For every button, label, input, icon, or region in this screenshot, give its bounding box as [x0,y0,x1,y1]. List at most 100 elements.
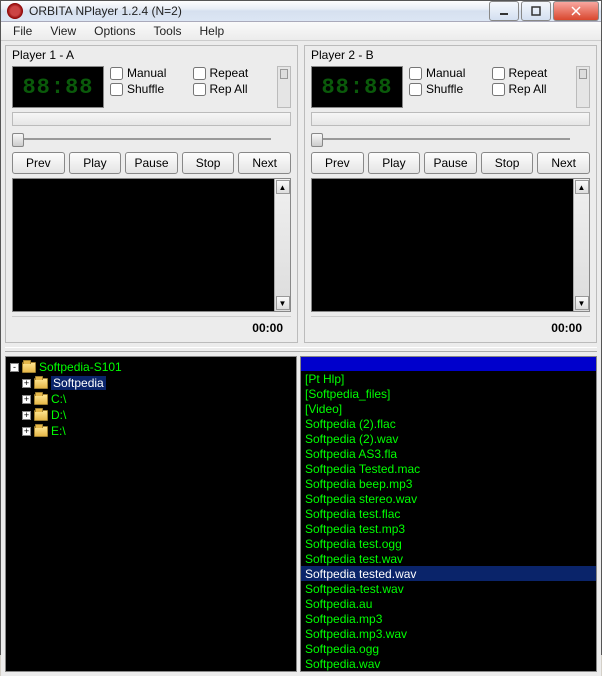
folder-icon [34,378,48,389]
titlebar[interactable]: ORBITA NPlayer 1.2.4 (N=2) [1,1,601,22]
tree-expander-icon[interactable]: + [22,427,31,436]
player-2-panel: Player 2 - B 88:88 Manual Repeat Shuffle… [304,45,597,343]
app-window: ORBITA NPlayer 1.2.4 (N=2) File View Opt… [0,0,602,655]
menu-options[interactable]: Options [86,22,143,40]
scroll-up-icon[interactable]: ▲ [276,180,290,194]
player-1-time: 00:00 [12,316,291,338]
tree-expander-icon[interactable]: + [22,379,31,388]
file-item[interactable]: Softpedia beep.mp3 [301,476,596,491]
tree-item[interactable]: + D:\ [8,407,294,423]
folder-icon [34,410,48,421]
file-item[interactable]: Softpedia.mp3.wav [301,626,596,641]
player-1-next-button[interactable]: Next [238,152,291,174]
file-item[interactable]: Softpedia test.wav [301,551,596,566]
player-2-pause-button[interactable]: Pause [424,152,477,174]
file-item[interactable]: Softpedia.mp3 [301,611,596,626]
window-title: ORBITA NPlayer 1.2.4 (N=2) [29,4,489,18]
file-item[interactable]: Softpedia AS3.fla [301,446,596,461]
player-1-lcd: 88:88 [12,66,104,108]
close-button[interactable] [553,1,599,21]
tree-label: Softpedia [51,376,106,390]
file-item[interactable]: Softpedia test.flac [301,506,596,521]
player-2-stop-button[interactable]: Stop [481,152,534,174]
file-list-header[interactable] [301,357,596,371]
tree-expander-icon[interactable]: - [10,363,19,372]
tree-item[interactable]: - Softpedia-S101 [8,359,294,375]
player-1-play-button[interactable]: Play [69,152,122,174]
maximize-button[interactable] [521,1,551,21]
player-1-title: Player 1 - A [6,46,297,62]
folder-icon [22,362,36,373]
window-controls [489,1,599,21]
tree-item[interactable]: + C:\ [8,391,294,407]
player-2-title: Player 2 - B [305,46,596,62]
player-2-progress-bar[interactable] [311,112,590,126]
player-1-prev-button[interactable]: Prev [12,152,65,174]
player-2-next-button[interactable]: Next [537,152,590,174]
tree-expander-icon[interactable]: + [22,411,31,420]
player-2-time: 00:00 [311,316,590,338]
player-2-prev-button[interactable]: Prev [311,152,364,174]
file-item[interactable]: Softpedia stereo.wav [301,491,596,506]
minimize-button[interactable] [489,1,519,21]
tree-label: C:\ [51,392,66,406]
file-item[interactable]: Softpedia test.mp3 [301,521,596,536]
player-2-manual-checkbox[interactable]: Manual [409,66,488,80]
file-item[interactable]: Softpedia.ogg [301,641,596,656]
file-item[interactable]: Softpedia tested.wav [301,566,596,581]
folder-icon [34,394,48,405]
menu-view[interactable]: View [42,22,84,40]
menubar: File View Options Tools Help [1,22,601,41]
player-2-repall-checkbox[interactable]: Rep All [492,82,571,96]
player-1-pause-button[interactable]: Pause [125,152,178,174]
menu-help[interactable]: Help [192,22,233,40]
menu-file[interactable]: File [5,22,40,40]
player-1-manual-checkbox[interactable]: Manual [110,66,189,80]
player-2-play-button[interactable]: Play [368,152,421,174]
menu-tools[interactable]: Tools [146,22,190,40]
file-item[interactable]: Softpedia (2).wav [301,431,596,446]
player-1-playlist[interactable]: ▲ ▼ [12,178,291,312]
player-1-shuffle-checkbox[interactable]: Shuffle [110,82,189,96]
file-item[interactable]: [Softpedia_files] [301,386,596,401]
file-item[interactable]: Softpedia-test.wav [301,581,596,596]
file-item[interactable]: [Pt Hlp] [301,371,596,386]
player-1-stop-button[interactable]: Stop [182,152,235,174]
tree-label: D:\ [51,408,66,422]
player-1-volume-slider[interactable] [277,66,291,108]
horizontal-splitter[interactable] [5,347,597,352]
scroll-down-icon[interactable]: ▼ [575,296,589,310]
player-1-repall-checkbox[interactable]: Rep All [193,82,272,96]
player-2-repeat-checkbox[interactable]: Repeat [492,66,571,80]
player-2-shuffle-checkbox[interactable]: Shuffle [409,82,488,96]
scroll-up-icon[interactable]: ▲ [575,180,589,194]
player-2-playlist[interactable]: ▲ ▼ [311,178,590,312]
tree-item[interactable]: + E:\ [8,423,294,439]
browser-row: - Softpedia-S101 + Softpedia + C:\ + D:\ + E:\ [P… [5,356,597,672]
file-item[interactable]: Softpedia.au [301,596,596,611]
player-2-seek-slider[interactable] [311,130,590,148]
content-area: Player 1 - A 88:88 Manual Repeat Shuffle… [1,41,601,676]
file-item[interactable]: Softpedia.wav [301,656,596,671]
folder-tree[interactable]: - Softpedia-S101 + Softpedia + C:\ + D:\ + E:\ [5,356,297,672]
player-1-progress-bar[interactable] [12,112,291,126]
player-2-volume-slider[interactable] [576,66,590,108]
file-item[interactable]: [Video] [301,401,596,416]
file-item[interactable]: Softpedia (2).flac [301,416,596,431]
players-row: Player 1 - A 88:88 Manual Repeat Shuffle… [5,45,597,343]
tree-item[interactable]: + Softpedia [8,375,294,391]
file-item[interactable]: Softpedia Tested.mac [301,461,596,476]
player-2-lcd: 88:88 [311,66,403,108]
player-1-seek-slider[interactable] [12,130,291,148]
scroll-down-icon[interactable]: ▼ [276,296,290,310]
file-list[interactable]: [Pt Hlp][Softpedia_files][Video]Softpedi… [300,356,597,672]
player-1-panel: Player 1 - A 88:88 Manual Repeat Shuffle… [5,45,298,343]
player-2-scrollbar[interactable]: ▲ ▼ [573,179,589,311]
player-1-scrollbar[interactable]: ▲ ▼ [274,179,290,311]
tree-label: E:\ [51,424,66,438]
tree-expander-icon[interactable]: + [22,395,31,404]
file-item[interactable]: Softpedia test.ogg [301,536,596,551]
player-1-repeat-checkbox[interactable]: Repeat [193,66,272,80]
folder-icon [34,426,48,437]
tree-label: Softpedia-S101 [39,360,122,374]
